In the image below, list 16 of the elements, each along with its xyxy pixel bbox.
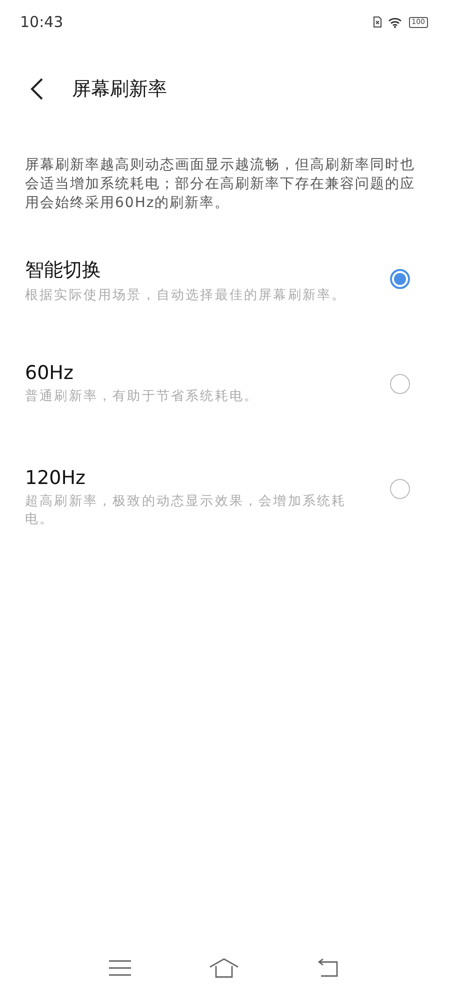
option-description: 普通刷新率，有助于节省系统耗电。 [25,388,260,406]
option-title: 120Hz [25,467,87,489]
radio-button[interactable] [390,479,410,499]
radio-button[interactable] [390,374,410,394]
sim-card-icon [372,16,382,28]
option-title: 60Hz [25,362,74,384]
menu-icon[interactable] [109,960,131,976]
option-title: 智能切换 [25,258,102,283]
status-time: 10:43 [20,13,64,31]
description-text: 屏幕刷新率越高则动态画面显示越流畅，但高刷新率同时也会适当增加系统耗电；部分在高刷新率下存在兼容问题的应用会始终采用60Hz的刷新率。 [25,156,416,213]
wifi-icon [388,16,403,28]
page-title: 屏幕刷新率 [72,77,167,102]
radio-button[interactable] [390,269,410,289]
option-description: 根据实际使用场景，自动选择最佳的屏幕刷新率。 [25,287,348,305]
home-icon[interactable] [209,958,239,978]
option-description: 超高刷新率，极致的动态显示效果，会增加系统耗电。 [25,493,348,529]
